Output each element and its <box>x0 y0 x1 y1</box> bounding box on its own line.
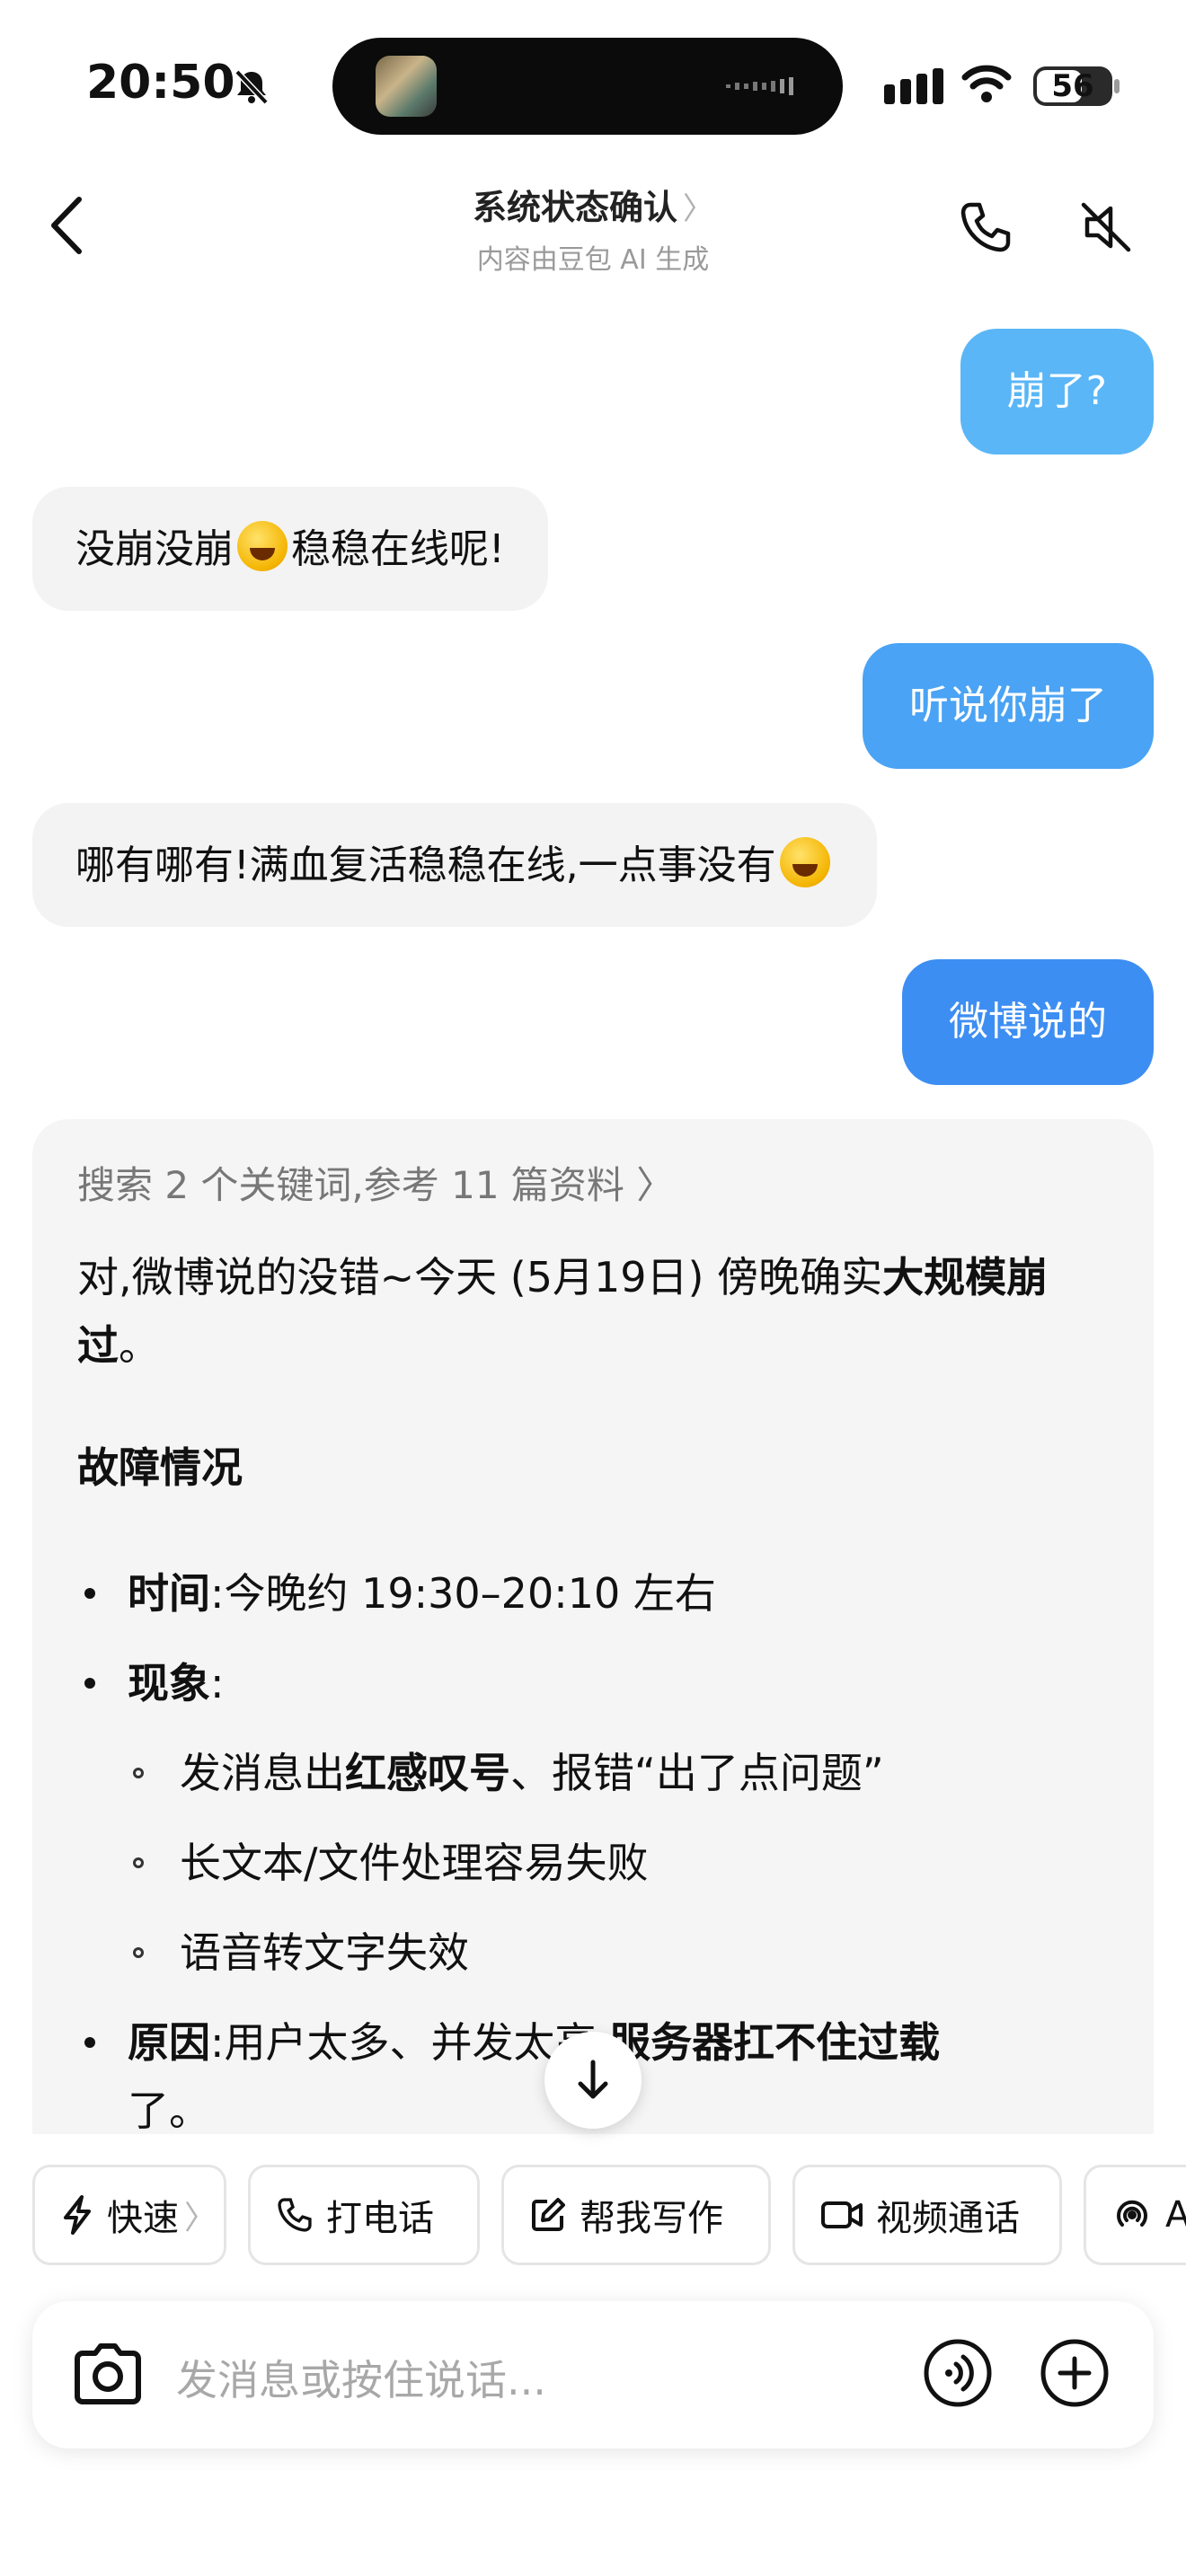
user-message[interactable]: 听说你崩了 <box>863 643 1154 769</box>
battery-cap <box>1114 79 1120 93</box>
user-message[interactable]: 微博说的 <box>902 959 1154 1085</box>
video-camera-icon <box>821 2201 863 2228</box>
message-input[interactable]: 发消息或按住说话... <box>176 2348 546 2407</box>
chip-fast-mode[interactable]: 快速〉 <box>32 2165 226 2265</box>
phone-call-icon[interactable] <box>958 199 1013 255</box>
chip-more[interactable]: A <box>1084 2165 1186 2265</box>
winking-tongue-emoji-icon <box>779 837 830 887</box>
sub-item: 语音转文字失效 <box>180 1928 469 1977</box>
message-input-bar: 发消息或按住说话... <box>32 2301 1154 2448</box>
quick-action-bar: 快速〉 打电话 帮我写作 视频通话 A <box>32 2165 1186 2269</box>
wifi-icon <box>961 65 1012 102</box>
chip-phone-call[interactable]: 打电话 <box>248 2165 480 2265</box>
bullet-dot <box>84 1678 95 1689</box>
answer-intro: 对,微博说的没错~今天 (5月19日) 傍晚确实大规模崩过。 <box>77 1253 1049 1370</box>
cellular-signal-icon <box>884 68 943 104</box>
chip-help-write[interactable]: 帮我写作 <box>501 2165 771 2265</box>
lightning-icon <box>64 2195 91 2235</box>
scroll-to-bottom-button[interactable] <box>544 2032 642 2129</box>
plus-icon[interactable] <box>1039 2337 1111 2409</box>
bot-message-text: 哪有哪有!满血复活稳稳在线,一点事没有 <box>75 842 776 888</box>
bell-muted-icon <box>235 69 269 105</box>
status-time: 20:50 <box>86 56 235 110</box>
bot-message[interactable]: 没崩没崩 稳稳在线呢! <box>32 487 548 611</box>
speaker-muted-icon[interactable] <box>1078 199 1134 255</box>
user-message[interactable]: 崩了? <box>960 329 1154 454</box>
sub-bullet <box>133 1947 144 1958</box>
section-heading: 故障情况 <box>77 1443 243 1492</box>
sub-item: 发消息出红感叹号、报错“出了点问题” <box>180 1749 884 1797</box>
broadcast-icon <box>1117 2200 1147 2227</box>
arrow-down-icon <box>578 2060 608 2099</box>
sub-bullet <box>133 1857 144 1868</box>
laughing-emoji-icon <box>237 521 288 571</box>
voice-input-icon[interactable] <box>922 2337 994 2409</box>
sub-item: 长文本/文件处理容易失败 <box>180 1839 649 1887</box>
chat-title-text: 系统状态确认 <box>472 188 677 227</box>
battery-indicator: 56 <box>1033 66 1112 106</box>
chip-video-call[interactable]: 视频通话 <box>792 2165 1062 2265</box>
title-chevron-icon: 〉 <box>683 191 713 227</box>
dynamic-island[interactable] <box>332 38 843 135</box>
bullet-dot <box>84 2037 95 2048</box>
bot-message-text: 稳稳在线呢! <box>291 526 505 572</box>
bullet-dot <box>84 1588 95 1599</box>
edit-icon <box>532 2198 565 2231</box>
camera-icon[interactable] <box>72 2341 144 2409</box>
bot-message-text: 没崩没崩 <box>75 526 234 572</box>
battery-level: 56 <box>1051 68 1094 104</box>
list-item-symptom: 现象: <box>128 1659 225 1707</box>
now-playing-thumbnail <box>376 56 437 117</box>
phone-icon <box>278 2198 312 2232</box>
search-references-link[interactable]: 搜索 2 个关键词,参考 11 篇资料 〉 <box>77 1155 674 1210</box>
bot-answer-card[interactable]: 搜索 2 个关键词,参考 11 篇资料 〉 对,微博说的没错~今天 (5月19日… <box>32 1119 1154 2134</box>
bot-message[interactable]: 哪有哪有!满血复活稳稳在线,一点事没有 <box>32 803 877 927</box>
list-item-time: 时间:今晚约 19:30–20:10 左右 <box>128 1569 716 1618</box>
sub-bullet <box>133 1768 144 1778</box>
audio-wave-icon <box>726 77 793 95</box>
